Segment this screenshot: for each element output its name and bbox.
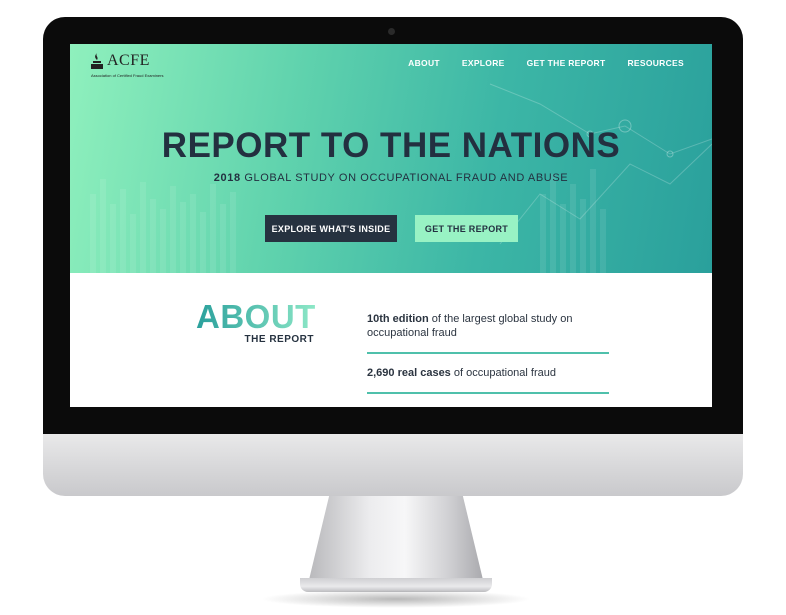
about-subheading: THE REPORT <box>244 334 314 345</box>
stat-item: 2,690 real cases of occupational fraud <box>367 366 609 380</box>
stat-divider <box>367 392 609 394</box>
logo-wordmark: ACFE <box>107 52 150 69</box>
stat-text: of occupational fraud <box>450 367 556 379</box>
hero-subtitle-text: GLOBAL STUDY ON OCCUPATIONAL FRAUD AND A… <box>244 172 569 184</box>
monitor-chin <box>43 434 743 496</box>
hero-subtitle: 2018 GLOBAL STUDY ON OCCUPATIONAL FRAUD … <box>70 172 712 184</box>
nav-resources[interactable]: RESOURCES <box>627 58 684 68</box>
nav-get-the-report[interactable]: GET THE REPORT <box>527 58 606 68</box>
monitor-shadow <box>260 590 532 608</box>
hero-title: REPORT TO THE NATIONS <box>161 126 621 165</box>
about-heading: ABOUT <box>196 298 316 335</box>
website-screen: ACFE Association of Certified Fraud Exam… <box>70 44 712 407</box>
nav-explore[interactable]: EXPLORE <box>462 58 505 68</box>
monitor-stand <box>308 496 484 584</box>
nav-about[interactable]: ABOUT <box>408 58 440 68</box>
stat-divider <box>367 352 609 354</box>
acfe-logo[interactable]: ACFE <box>90 52 150 70</box>
stat-highlight: 10th edition <box>367 313 429 325</box>
get-the-report-button[interactable]: GET THE REPORT <box>415 215 518 242</box>
hero-subtitle-year: 2018 <box>213 172 241 184</box>
explore-whats-inside-button[interactable]: EXPLORE WHAT'S INSIDE <box>265 215 397 242</box>
lamp-of-knowledge-icon <box>91 53 103 69</box>
stat-item: 10th edition of the largest global study… <box>367 312 609 340</box>
logo-tagline: Association of Certified Fraud Examiners <box>91 73 164 78</box>
camera-icon <box>388 28 395 35</box>
stat-highlight: 2,690 real cases <box>367 367 451 379</box>
hero-section: ACFE Association of Certified Fraud Exam… <box>70 44 712 273</box>
main-nav: ABOUT EXPLORE GET THE REPORT RESOURCES <box>408 58 684 68</box>
